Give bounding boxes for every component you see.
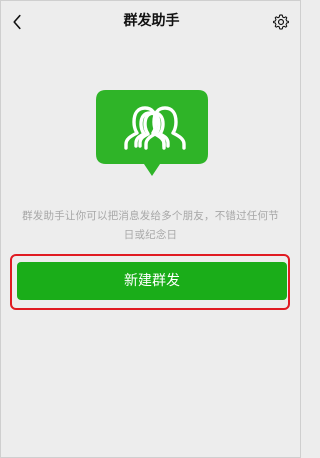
screen: 群发助手 群发助手让你可以把消息发给多个朋友，不错过任何节日或纪念日 新建群发 <box>0 0 301 458</box>
settings-button[interactable] <box>272 13 290 31</box>
top-navigation-bar: 群发助手 <box>1 1 302 45</box>
description-text: 群发助手让你可以把消息发给多个朋友，不错过任何节日或纪念日 <box>22 210 279 241</box>
new-broadcast-button[interactable]: 新建群发 <box>17 262 287 300</box>
page-title: 群发助手 <box>123 13 180 29</box>
group-chat-users-icon <box>96 90 208 176</box>
gear-icon <box>273 14 289 30</box>
